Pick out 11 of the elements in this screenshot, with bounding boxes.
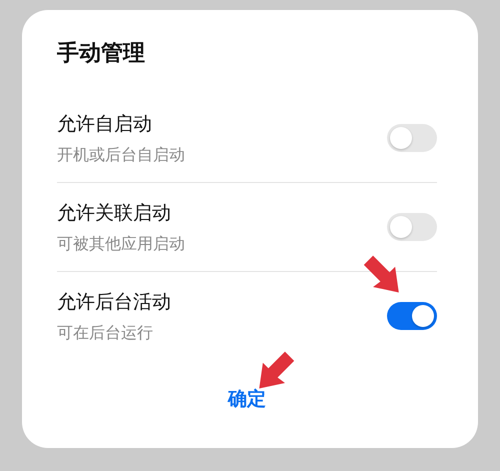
- dialog-title: 手动管理: [57, 40, 146, 68]
- option-description: 可在后台运行: [57, 322, 154, 344]
- confirm-button[interactable]: 确定: [220, 382, 274, 416]
- option-description: 开机或后台自启动: [57, 144, 185, 166]
- option-label: 允许后台活动: [57, 290, 171, 314]
- option-label: 允许自启动: [57, 112, 153, 136]
- toggle-switch[interactable]: [387, 124, 437, 152]
- toggle-switch[interactable]: [387, 302, 437, 330]
- option-label: 允许关联启动: [57, 200, 172, 226]
- toggle-switch[interactable]: [387, 213, 437, 241]
- option-description: 可被其他应用启动: [57, 234, 185, 254]
